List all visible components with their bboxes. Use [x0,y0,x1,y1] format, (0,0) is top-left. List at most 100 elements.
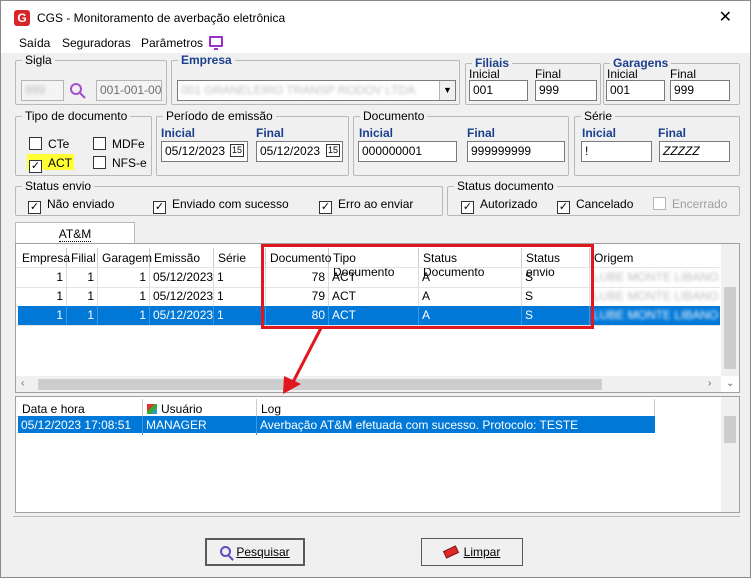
status-documento-legend: Status documento [457,179,554,193]
scrollbar-thumb[interactable] [724,287,736,369]
garagens-inicial-input[interactable]: 001 [606,80,665,101]
pesquisar-button[interactable]: Pesquisar [205,538,305,566]
autorizado-checkbox[interactable]: ✓ Autorizado [461,197,537,214]
empresa-legend: Empresa [181,53,232,67]
documento-final-label: Final [467,126,496,140]
log-grid: Data e hora Usuário Log 05/12/2023 17:08… [15,396,740,513]
sigla-input[interactable]: 999 [21,80,64,101]
filiais-inicial-label: Inicial [469,67,500,81]
horizontal-scrollbar[interactable]: ‹ › [16,376,721,392]
cell-filial: 1 [67,268,98,287]
close-icon[interactable]: ✕ [719,7,732,27]
cell-filial: 1 [67,287,98,306]
nao-enviado-checkbox[interactable]: ✓ Não enviado [28,197,114,214]
title-bar: G CGS - Monitoramento de averbação eletr… [1,1,750,33]
periodo-final-label: Final [256,126,285,140]
cell-tipo-documento: ACT [329,268,419,287]
cell-origem: LUBE MONTE LIBANO [593,289,719,303]
chevron-down-icon[interactable]: ▼ [439,81,455,100]
mdfe-checkbox[interactable]: MDFe [93,137,145,153]
empresa-select[interactable]: 001 GRANELEIRO TRANSP RODOV LTDA ▼ [177,80,456,101]
menu-seguradoras[interactable]: Seguradoras [62,36,131,50]
scroll-left-icon[interactable]: ‹ [21,378,24,389]
eraser-icon [442,545,459,559]
documento-inicial-input[interactable]: 000000001 [358,141,457,162]
documento-final-input[interactable]: 999999999 [467,141,565,162]
calendar-icon[interactable]: 15 [230,144,244,157]
cell-garagem: 1 [98,268,150,287]
garagens-final-label: Final [670,67,697,81]
cell-serie: 1 [214,287,266,306]
col-header-empresa[interactable]: Empresa [18,248,70,268]
status-envio-legend: Status envio [25,179,92,193]
search-icon[interactable] [69,82,87,100]
cell-origem: LUBE MONTE LIBANO [593,270,719,284]
limpar-button[interactable]: Limpar [421,538,523,566]
col-header-origem[interactable]: Origem [590,248,720,268]
filiais-final-label: Final [535,67,562,81]
app-window: G CGS - Monitoramento de averbação eletr… [0,0,751,578]
calendar-icon[interactable]: 15 [326,144,340,157]
vertical-scrollbar[interactable] [721,244,739,376]
documento-legend: Documento [363,109,425,123]
cell-emissao: 05/12/2023 [150,287,214,306]
filiais-inicial-input[interactable]: 001 [469,80,528,101]
cancelado-checkbox[interactable]: ✓ Cancelado [557,197,633,214]
erro-enviar-checkbox[interactable]: ✓ Erro ao enviar [319,197,413,214]
nfse-checkbox[interactable]: NFS-e [93,156,147,172]
cell-garagem: 1 [98,287,150,306]
vertical-scrollbar[interactable] [721,397,739,512]
menu-parametros[interactable]: Parâmetros [141,36,203,50]
enviado-sucesso-checkbox[interactable]: ✓ Enviado com sucesso [153,197,289,214]
col-header-status-documento[interactable]: Status Documento [419,248,522,279]
col-header-status-envio[interactable]: Status envio [522,248,590,279]
documents-grid: Empresa Filial Garagem Emissão Série Doc… [15,243,740,393]
serie-legend: Série [584,109,613,123]
user-group-icon [147,404,157,414]
tab-atm[interactable]: AT&M [15,222,135,244]
cell-status-envio: S [522,287,590,306]
grid-divider [16,325,720,326]
cell-status-documento: A [419,306,522,325]
tipo-documento-legend: Tipo de documento [25,109,128,123]
filiais-final-input[interactable]: 999 [535,80,597,101]
cell-serie: 1 [214,306,266,325]
cell-serie: 1 [214,268,266,287]
periodo-inicial-label: Inicial [161,126,196,140]
col-header-tipo-documento[interactable]: Tipo Documento [329,248,419,279]
cte-checkbox[interactable]: CTe [29,137,69,153]
window-title: CGS - Monitoramento de averbação eletrôn… [37,11,286,25]
encerrado-checkbox: Encerrado [653,197,727,213]
cell-status-documento: A [419,268,522,287]
serie-inicial-label: Inicial [582,126,617,140]
serie-final-input[interactable]: ZZZZZ [659,141,730,162]
cell-origem: LUBE MONTE LIBANO [593,308,719,322]
sigla-code-field: 001-001-001 [96,80,162,101]
cell-documento: 78 [266,268,329,287]
menu-saida[interactable]: Saída [19,36,50,50]
garagens-final-input[interactable]: 999 [670,80,730,101]
act-checkbox[interactable]: ✓ ACT [27,154,74,173]
cell-data-hora: 05/12/2023 17:08:51 [18,416,143,435]
scroll-down-icon[interactable]: ⌄ [726,378,734,389]
cell-documento: 80 [266,306,329,325]
cell-status-documento: A [419,287,522,306]
cell-emissao: 05/12/2023 [150,268,214,287]
cell-garagem: 1 [98,306,150,325]
cell-usuario: MANAGER [143,416,257,435]
monitor-icon[interactable] [209,36,223,50]
col-header-emissao[interactable]: Emissão [150,248,214,268]
serie-inicial-input[interactable]: ! [581,141,652,162]
menu-bar: Saída Seguradoras Parâmetros [1,33,750,53]
col-header-filial[interactable]: Filial [67,248,98,268]
documento-inicial-label: Inicial [359,126,394,140]
col-header-documento[interactable]: Documento [266,248,331,268]
col-header-garagem[interactable]: Garagem [98,248,152,268]
cell-emissao: 05/12/2023 [150,306,214,325]
scrollbar-thumb[interactable] [724,416,736,443]
divider [13,516,740,517]
cell-status-envio: S [522,268,590,287]
cell-status-envio: S [522,306,590,325]
scroll-right-icon[interactable]: › [708,378,711,389]
col-header-serie[interactable]: Série [214,248,266,268]
